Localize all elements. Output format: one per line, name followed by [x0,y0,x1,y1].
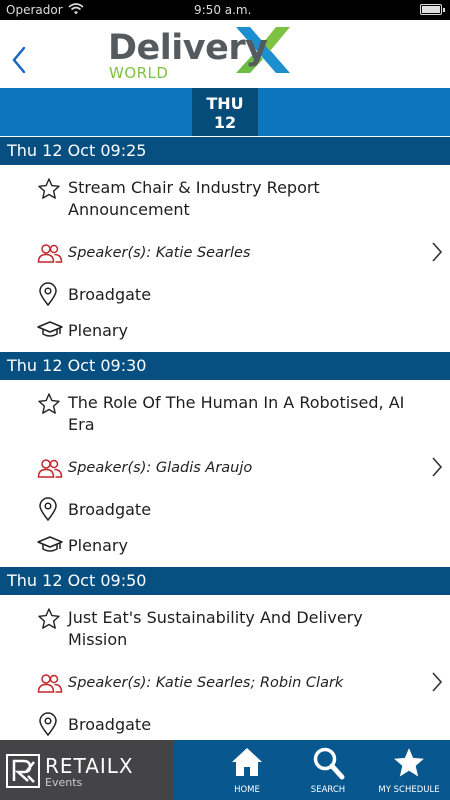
speakers-icon [37,674,63,693]
session-time-header: Thu 12 Oct 09:25 [0,137,450,165]
delivery-world-logo: Delivery WORLD [100,20,300,88]
back-icon[interactable] [6,42,34,78]
nav-search-label: SEARCH [310,785,346,795]
star-outline-icon[interactable] [37,392,61,416]
session-card[interactable]: The Role Of The Human In A Robotised, AI… [0,380,450,566]
chevron-right-icon[interactable] [430,671,444,693]
chevron-right-icon[interactable] [430,241,444,263]
status-bar: Operador 9:50 a.m. [0,0,450,20]
nav-my-schedule[interactable]: MY SCHEDULE [373,740,445,800]
session-card[interactable]: Stream Chair & Industry Report Announcem… [0,165,450,351]
day-tab-thu-12[interactable]: THU 12 [192,88,258,136]
star-outline-icon[interactable] [37,177,61,201]
logo-title: Delivery [108,28,268,68]
nav-search[interactable]: SEARCH [292,740,364,800]
speakers-icon [37,244,63,263]
home-icon [232,748,262,776]
session-location: Broadgate [68,500,152,519]
chevron-right-icon[interactable] [430,456,444,478]
brand-name: RETAILX [45,754,134,778]
retailx-brand: RETAILX Events [0,740,174,800]
session-title: Stream Chair & Industry Report Announcem… [68,178,320,219]
session-type: Plenary [68,321,128,340]
graduation-cap-icon [37,536,63,552]
session-location: Broadgate [68,285,152,304]
graduation-cap-icon [37,321,63,337]
speakers-icon [37,459,63,478]
carrier-label: Operador [6,3,63,17]
session-card[interactable]: Just Eat's Sustainability And Delivery M… [0,595,450,740]
session-title: The Role Of The Human In A Robotised, AI… [68,393,405,434]
nav-home[interactable]: HOME [211,740,283,800]
day-tab-date: 12 [213,113,237,132]
search-icon [313,747,345,780]
session-type: Plenary [68,536,128,555]
nav-home-label: HOME [234,785,260,795]
session-time-header: Thu 12 Oct 09:30 [0,352,450,380]
day-tab-day: THU [206,94,244,113]
brand-subtitle: Events [45,776,83,789]
session-time-header: Thu 12 Oct 09:50 [0,567,450,595]
battery-icon [420,4,445,15]
session-speakers: Speaker(s): Gladis Araujo [68,460,253,476]
retailx-logo-icon [6,754,40,788]
session-speakers: Speaker(s): Katie Searles; Robin Clark [68,675,344,691]
location-pin-icon [39,497,57,521]
bottom-tab-bar: RETAILX Events HOME SEARCH MY SCHEDULE [0,740,450,800]
location-pin-icon [39,282,57,306]
star-outline-icon[interactable] [37,607,61,631]
clock: 9:50 a.m. [194,3,252,17]
session-speakers: Speaker(s): Katie Searles [68,245,251,261]
session-title: Just Eat's Sustainability And Delivery M… [68,608,363,649]
logo-subtitle: WORLD [109,64,169,82]
nav-my-schedule-label: MY SCHEDULE [378,785,440,795]
day-selector: THU 12 [0,88,450,136]
star-icon [394,748,424,777]
session-location: Broadgate [68,715,152,734]
app-header: Delivery WORLD [0,20,450,88]
wifi-icon [68,3,84,15]
location-pin-icon [39,712,57,736]
